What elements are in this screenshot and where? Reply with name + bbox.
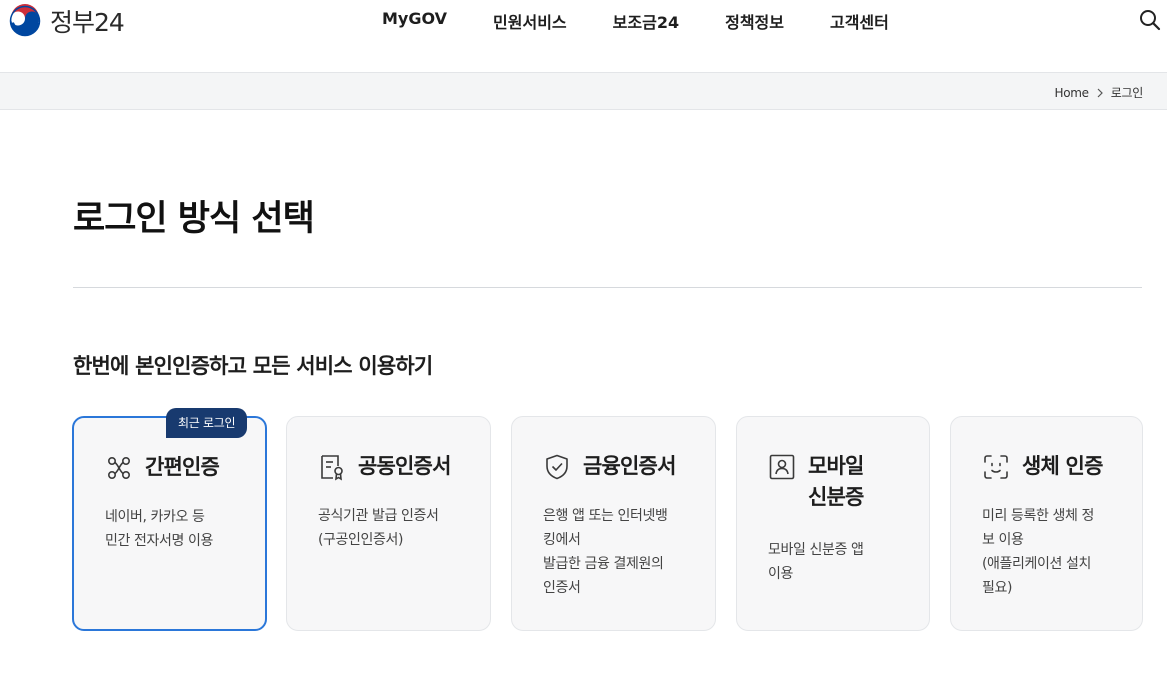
login-card-biometric[interactable]: 생체 인증 미리 등록한 생체 정 보 이용 (애플리케이션 설치 필요): [950, 416, 1143, 631]
card-title: 간편인증: [145, 455, 220, 479]
card-title: 생체 인증: [1022, 454, 1103, 478]
login-card-financial-certificate[interactable]: 금융인증서 은행 앱 또는 인터넷뱅 킹에서 발급한 금융 결제원의 인증서: [511, 416, 716, 631]
card-description: 네이버, 카카오 등 민간 전자서명 이용: [105, 505, 213, 553]
breadcrumb-bar: Home 로그인: [0, 72, 1167, 110]
recent-login-badge: 최근 로그인: [166, 408, 248, 438]
card-description: 은행 앱 또는 인터넷뱅 킹에서 발급한 금융 결제원의 인증서: [543, 504, 668, 600]
nav-item-subsidy24[interactable]: 보조금24: [613, 9, 679, 33]
logo-text: 정부24: [50, 8, 125, 37]
card-title: 금융인증서: [583, 454, 676, 478]
breadcrumb-current: 로그인: [1110, 86, 1144, 100]
card-desc-line: 발급한 금융 결제원의: [543, 556, 664, 572]
nav-item-customer-center[interactable]: 고객센터: [830, 9, 889, 33]
card-desc-line: 모바일 신분증 앱: [768, 542, 864, 558]
search-icon[interactable]: [1138, 8, 1162, 32]
breadcrumb: Home 로그인: [1055, 84, 1144, 101]
card-desc-line: 은행 앱 또는 인터넷뱅: [543, 508, 668, 524]
card-description: 미리 등록한 생체 정 보 이용 (애플리케이션 설치 필요): [982, 504, 1094, 600]
card-title-line: 모바일: [808, 454, 864, 478]
nav-item-civil-services[interactable]: 민원서비스: [493, 9, 567, 33]
card-desc-line: 킹에서: [543, 532, 581, 548]
page-title: 로그인 방식 선택: [73, 199, 315, 239]
card-description: 모바일 신분증 앱 이용: [768, 538, 864, 586]
title-divider: [73, 287, 1142, 288]
id-card-icon: [769, 454, 795, 480]
card-desc-line: 보 이용: [982, 532, 1024, 548]
certificate-icon: [321, 455, 343, 481]
card-desc-line: 민간 전자서명 이용: [105, 533, 213, 549]
site-header: 정부24 MyGOV 민원서비스 보조금24 정책정보 고객센터: [0, 0, 1167, 72]
face-scan-icon: [984, 455, 1008, 479]
section-title: 한번에 본인인증하고 모든 서비스 이용하기: [73, 354, 433, 378]
login-card-mobile-id[interactable]: 모바일 신분증 모바일 신분증 앱 이용: [736, 416, 930, 631]
card-desc-line: 미리 등록한 생체 정: [982, 508, 1094, 524]
card-desc-line: 인증서: [543, 580, 581, 596]
nav-item-policy-info[interactable]: 정책정보: [725, 9, 784, 33]
nav-item-mygov[interactable]: MyGOV: [382, 9, 447, 33]
card-desc-line: 필요): [982, 580, 1013, 596]
card-header: 금융인증서: [543, 453, 676, 482]
government-emblem-icon: [9, 4, 41, 37]
card-desc-line: 공식기관 발급 인증서: [318, 508, 439, 524]
card-header: 모바일 신분증: [768, 453, 864, 513]
card-desc-line: (애플리케이션 설치: [982, 556, 1091, 572]
card-header: 간편인증: [105, 454, 220, 483]
card-description: 공식기관 발급 인증서 (구공인인증서): [318, 504, 439, 552]
main-nav: MyGOV 민원서비스 보조금24 정책정보 고객센터: [360, 9, 889, 33]
breadcrumb-home[interactable]: Home: [1055, 86, 1090, 100]
logo[interactable]: 정부24: [8, 4, 125, 38]
card-desc-line: 네이버, 카카오 등: [105, 509, 205, 525]
card-title-line: 신분증: [808, 485, 864, 509]
shield-check-icon: [546, 454, 568, 480]
card-title: 모바일 신분증: [808, 451, 864, 513]
card-title: 공동인증서: [358, 454, 451, 478]
card-desc-line: 이용: [768, 566, 793, 582]
card-header: 공동인증서: [318, 453, 451, 482]
login-card-simple-auth[interactable]: 최근 로그인 간편인증 네이버, 카카오 등 민간 전자서명 이용: [72, 408, 267, 631]
link-nodes-icon: [107, 456, 130, 479]
card-header: 생체 인증: [982, 453, 1103, 482]
card-desc-line: (구공인인증서): [318, 532, 404, 548]
login-card-joint-certificate[interactable]: 공동인증서 공식기관 발급 인증서 (구공인인증서): [286, 416, 491, 631]
chevron-right-icon: [1097, 88, 1103, 97]
